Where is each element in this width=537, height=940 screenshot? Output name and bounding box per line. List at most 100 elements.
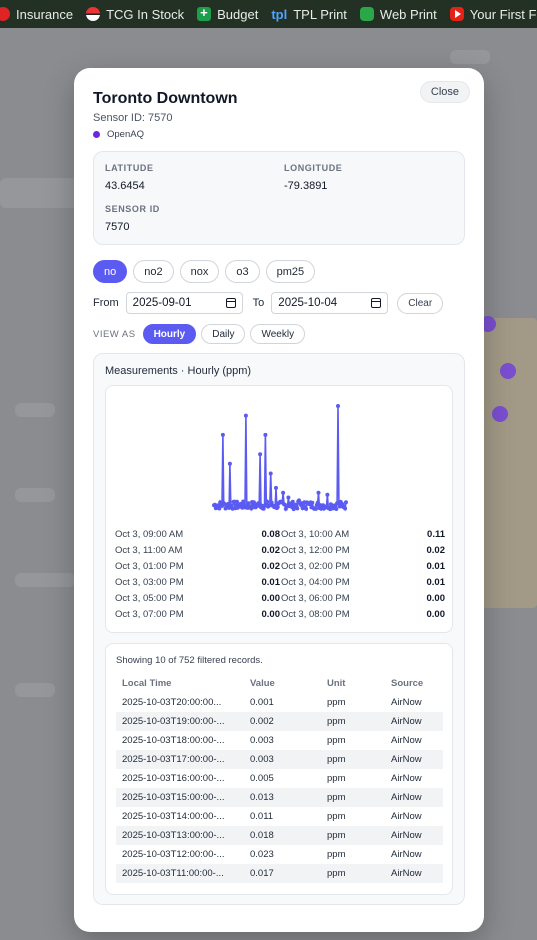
source-dot-icon [93, 131, 100, 138]
reading-cell: Oct 3, 09:00 AM 0.08 [115, 529, 280, 545]
table-cell: ppm [321, 788, 385, 807]
table-cell: 2025-10-03T13:00:00-... [116, 826, 244, 845]
table-cell: ppm [327, 849, 346, 860]
reading-value: 0.11 [427, 529, 445, 540]
reading-cell: Oct 3, 02:00 PM 0.01 [280, 561, 445, 577]
data-point [243, 413, 248, 418]
map-marker-icon [500, 363, 516, 379]
data-point [310, 500, 315, 505]
reading-row: Oct 3, 05:00 PM 0.00 Oct 3, 06:00 PM 0.00 [115, 593, 445, 609]
to-date-input[interactable]: 2025-10-04 [271, 292, 389, 314]
bookmark-budget[interactable]: Budget [197, 5, 258, 22]
table-cell: 2025-10-03T18:00:00-... [122, 735, 225, 746]
table-cell: AirNow [391, 849, 422, 860]
table-row: 2025-10-03T13:00:00-... 0.018 ppm AirNow [116, 826, 443, 845]
reading-cell: Oct 3, 04:00 PM 0.01 [280, 577, 445, 593]
sheets-icon [197, 5, 212, 21]
reading-value: 0.01 [426, 561, 446, 572]
reading-time: Oct 3, 08:00 PM [281, 609, 350, 620]
table-cell: 2025-10-03T19:00:00-... [116, 712, 244, 731]
chart-card: Oct 3, 09:00 AM 0.08 Oct 3, 10:00 AM 0.11 Oc… [105, 385, 453, 633]
table-cell: AirNow [385, 788, 443, 807]
calendar-icon[interactable] [371, 298, 382, 308]
reading-cell: Oct 3, 05:00 PM 0.00 [115, 593, 280, 609]
table-cell: AirNow [385, 864, 443, 883]
web-print-icon [359, 7, 374, 21]
backdrop-element [0, 178, 80, 208]
records-card: Showing 10 of 752 filtered records. Loca… [105, 643, 453, 895]
date-range: From 2025-09-01 To 2025-10-04 Clear [93, 292, 465, 314]
table-cell: 2025-10-03T17:00:00-... [116, 750, 244, 769]
table-cell: AirNow [385, 712, 443, 731]
bookmark-label: Your First F [469, 6, 537, 22]
reading-cell: Oct 3, 06:00 PM 0.00 [280, 593, 445, 609]
reading-row: Oct 3, 07:00 PM 0.00 Oct 3, 08:00 PM 0.00 [115, 609, 445, 625]
pollutant-pm25[interactable]: pm25 [265, 260, 316, 283]
data-point [265, 499, 270, 504]
table-cell: 0.011 [250, 811, 274, 822]
pollutant-o3[interactable]: o3 [225, 260, 260, 283]
pollutant-nox[interactable]: nox [179, 260, 220, 283]
table-cell: ppm [321, 864, 385, 883]
reading-time: Oct 3, 03:00 PM [115, 577, 184, 588]
bookmark-tcg-in-stock[interactable]: TCG In Stock [86, 7, 184, 22]
clear-button[interactable]: Clear [397, 292, 444, 314]
data-point [263, 432, 268, 437]
to-label: To [252, 297, 265, 309]
records-count: Showing 10 of 752 filtered records. [116, 655, 263, 666]
from-date-input[interactable]: 2025-09-01 [125, 292, 243, 314]
reading-cell: Oct 3, 11:00 AM 0.02 [115, 545, 280, 561]
view-weekly-button[interactable]: Weekly [250, 324, 306, 344]
view-daily-button[interactable]: Daily [201, 324, 246, 344]
bookmark-insurance[interactable]: Insurance [0, 7, 73, 22]
table-cell: 0.001 [250, 697, 274, 708]
table-cell: ppm [321, 826, 385, 845]
table-row: 2025-10-03T19:00:00-... 0.002 ppm AirNow [116, 712, 443, 731]
col-local-time: Local Time [122, 678, 172, 689]
bookmark-web-print[interactable]: Web Print [359, 7, 437, 22]
reading-time: Oct 3, 06:00 PM [281, 593, 350, 604]
reading-time: Oct 3, 09:00 AM [115, 529, 184, 540]
sensor-id-label: SENSOR ID [105, 204, 160, 214]
reading-time: Oct 3, 11:00 AM [115, 545, 183, 556]
reading-value: 0.00 [426, 609, 446, 620]
backdrop-element [15, 573, 75, 587]
reading-time: Oct 3, 10:00 AM [281, 529, 350, 540]
data-point [268, 471, 273, 476]
data-point [336, 404, 340, 408]
data-point [220, 432, 225, 437]
table-cell: 2025-10-03T11:00:00-... [116, 864, 244, 883]
reading-row: Oct 3, 11:00 AM 0.02 Oct 3, 12:00 PM 0.02 [115, 545, 445, 561]
latitude-label: LATITUDE [105, 163, 154, 173]
reading-time: Oct 3, 05:00 PM [115, 593, 184, 604]
red-circle-icon [0, 7, 10, 21]
reading-value: 0.00 [261, 593, 281, 604]
table-cell: 0.002 [244, 712, 321, 731]
bookmark-tpl-print[interactable]: tpl TPL Print [271, 7, 347, 23]
reading-time: Oct 3, 12:00 PM [281, 545, 350, 556]
reading-value: 0.02 [426, 545, 446, 556]
calendar-icon[interactable] [225, 298, 236, 308]
table-cell: AirNow [391, 735, 422, 746]
youtube-icon [449, 7, 464, 21]
table-cell: AirNow [391, 697, 422, 708]
measurements-title: Measurements · Hourly (ppm) [105, 365, 252, 377]
reading-cell: Oct 3, 03:00 PM 0.01 [115, 577, 280, 593]
data-point [313, 506, 318, 511]
view-as-label: VIEW AS [93, 328, 136, 340]
close-button[interactable]: Close [419, 81, 470, 103]
pollutant-no2[interactable]: no2 [133, 260, 174, 283]
view-hourly-button[interactable]: Hourly [142, 324, 197, 344]
table-cell: 2025-10-03T15:00:00-... [116, 788, 244, 807]
table-cell: 0.023 [250, 849, 274, 860]
pokeball-icon [86, 7, 101, 21]
table-cell: ppm [327, 773, 346, 784]
tpl-icon: tpl [271, 7, 288, 22]
pollutant-no[interactable]: no [93, 260, 128, 283]
table-cell: 2025-10-03T14:00:00-... [122, 811, 225, 822]
data-point [227, 461, 232, 466]
table-cell: AirNow [391, 773, 422, 784]
col-unit: Unit [327, 678, 346, 689]
bookmark-your-first[interactable]: Your First F [449, 6, 537, 22]
reading-value: 0.00 [426, 593, 446, 604]
